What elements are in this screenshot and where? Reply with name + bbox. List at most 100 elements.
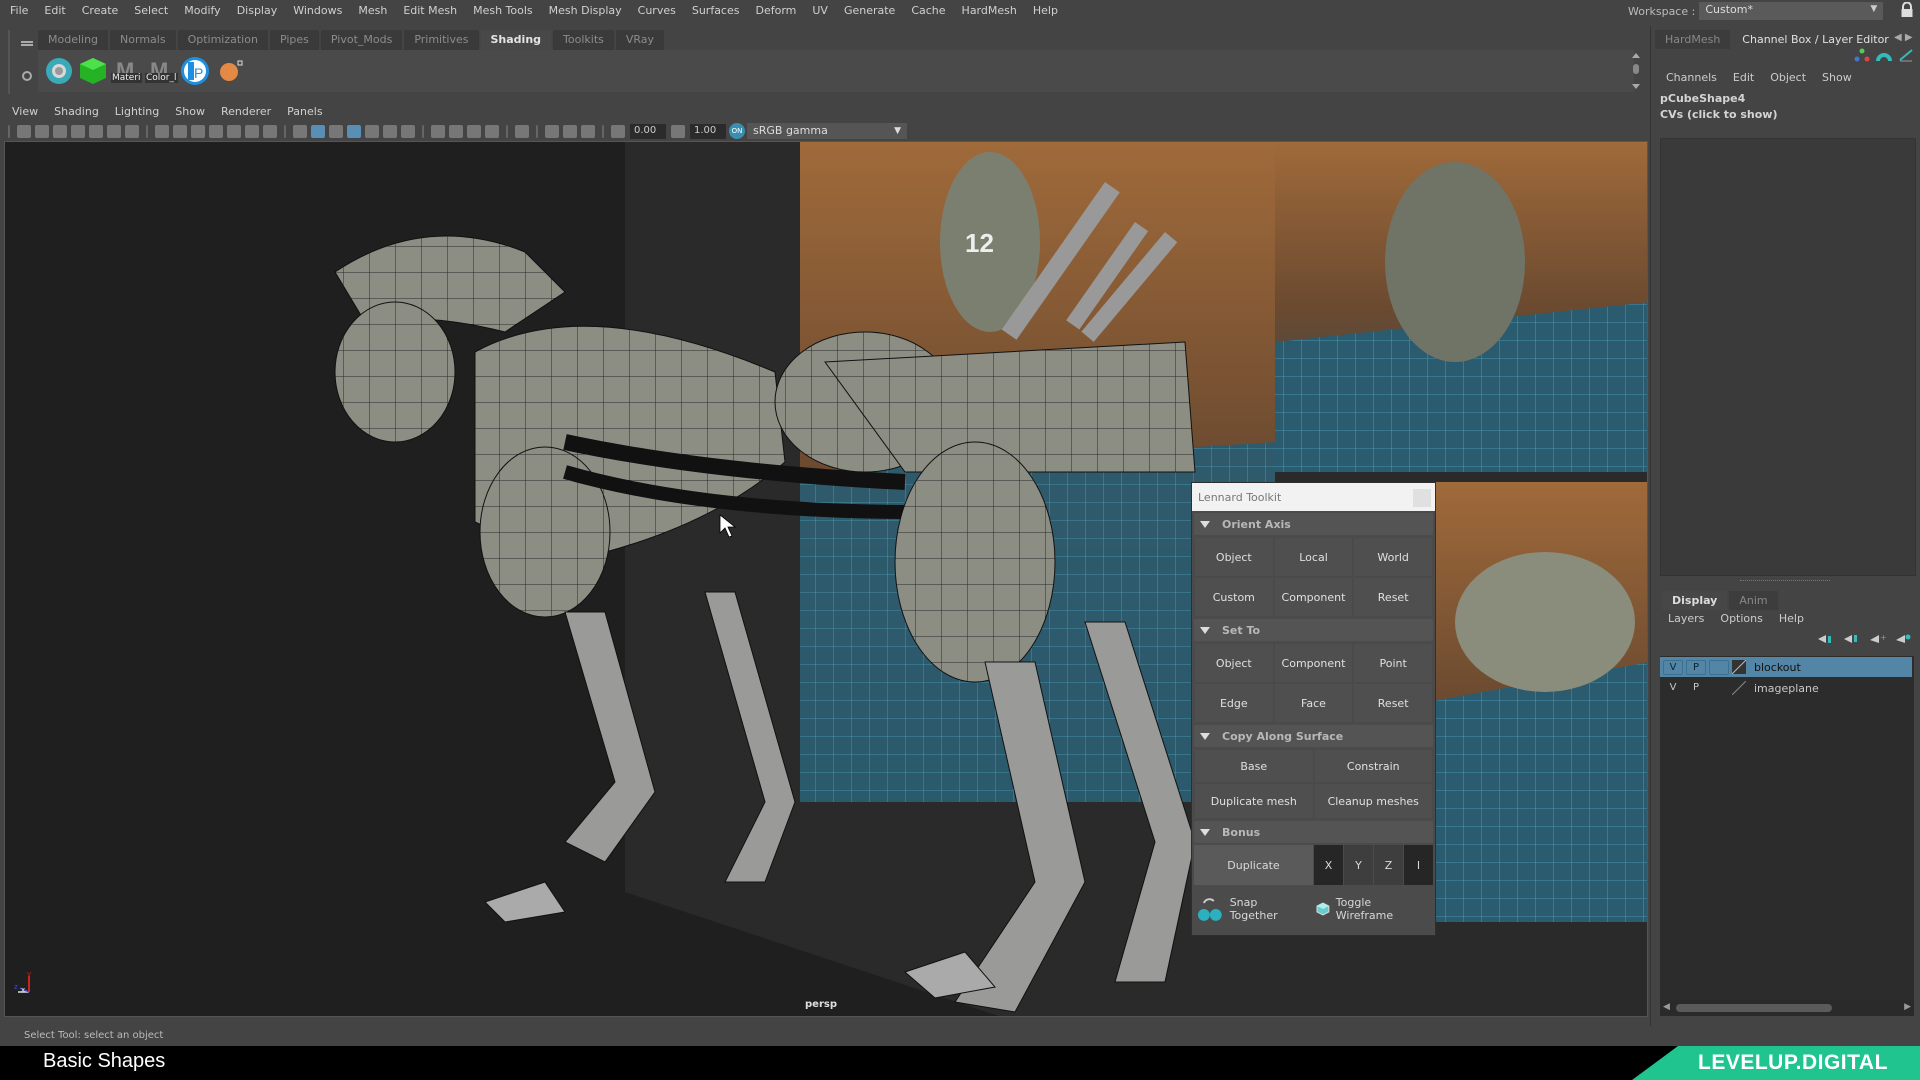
gamma-icon[interactable] bbox=[671, 124, 685, 138]
grease-pencil-icon[interactable] bbox=[125, 124, 139, 138]
menu-edit-mesh[interactable]: Edit Mesh bbox=[395, 4, 465, 17]
base-button[interactable]: Base bbox=[1194, 749, 1314, 783]
shelf-tab-pivot-mods[interactable]: Pivot_Mods bbox=[320, 30, 403, 50]
gate-mask-icon[interactable] bbox=[209, 124, 223, 138]
setto-component-button[interactable]: Component bbox=[1273, 643, 1354, 683]
cleanup-meshes-button[interactable]: Cleanup meshes bbox=[1313, 783, 1433, 819]
ambient-occlusion-icon[interactable] bbox=[431, 124, 445, 138]
menu-deform[interactable]: Deform bbox=[747, 4, 804, 17]
shelf-tab-optimization[interactable]: Optimization bbox=[177, 30, 268, 50]
exposure-field[interactable]: 0.00 bbox=[630, 123, 666, 139]
setto-face-button[interactable]: Face bbox=[1273, 683, 1354, 723]
resolution-gate-icon[interactable] bbox=[191, 124, 205, 138]
axis-z-button[interactable]: Z bbox=[1374, 845, 1403, 885]
layer-playback-toggle[interactable]: P bbox=[1686, 681, 1706, 696]
anti-aliasing-icon[interactable] bbox=[467, 124, 481, 138]
toggle-wireframe-icon[interactable] bbox=[1316, 902, 1330, 916]
smooth-shade-icon[interactable] bbox=[311, 124, 325, 138]
menu-uv[interactable]: UV bbox=[804, 4, 836, 17]
cvs-toggle[interactable]: CVs (click to show) bbox=[1660, 107, 1778, 123]
use-lights-icon[interactable] bbox=[383, 124, 397, 138]
tab-display[interactable]: Display bbox=[1662, 591, 1728, 610]
orient-object-button[interactable]: Object bbox=[1194, 537, 1274, 577]
snap-together-label[interactable]: Snap Together bbox=[1230, 896, 1308, 922]
menu-help[interactable]: Help bbox=[1025, 4, 1066, 17]
move-layer-down-icon[interactable] bbox=[1844, 634, 1860, 644]
shelf-scrollbar[interactable] bbox=[1630, 52, 1642, 90]
shelf-tab-modeling[interactable]: Modeling bbox=[38, 30, 109, 50]
channel-transform-icon[interactable] bbox=[1854, 48, 1870, 62]
vp-menu-panels[interactable]: Panels bbox=[279, 105, 330, 118]
menu-surfaces[interactable]: Surfaces bbox=[684, 4, 748, 17]
film-gate-icon[interactable] bbox=[173, 124, 187, 138]
layer-visibility-toggle[interactable]: V bbox=[1663, 681, 1683, 696]
wireframe-on-shaded-icon[interactable] bbox=[347, 124, 361, 138]
menu-select[interactable]: Select bbox=[126, 4, 176, 17]
toolkit-titlebar[interactable]: Lennard Toolkit bbox=[1192, 483, 1435, 511]
channel-rotate-icon[interactable] bbox=[1876, 48, 1892, 62]
menu-mesh-tools[interactable]: Mesh Tools bbox=[465, 4, 541, 17]
toggle-wireframe-label[interactable]: Toggle Wireframe bbox=[1336, 896, 1431, 922]
new-layer-selected-icon[interactable] bbox=[1896, 634, 1912, 644]
menu-cb-show[interactable]: Show bbox=[1822, 71, 1852, 84]
channel-edit-icon[interactable] bbox=[1898, 48, 1914, 62]
lock-camera-icon[interactable] bbox=[35, 124, 49, 138]
paint-icon[interactable]: P bbox=[180, 56, 210, 86]
vp-menu-shading[interactable]: Shading bbox=[46, 105, 107, 118]
setto-reset-button[interactable]: Reset bbox=[1353, 683, 1433, 723]
panel-splitter[interactable] bbox=[1740, 580, 1830, 582]
toolkit-close-button[interactable] bbox=[1413, 489, 1431, 507]
color-space-dropdown[interactable]: sRGB gamma ▼ bbox=[747, 123, 907, 139]
wireframe-icon[interactable] bbox=[293, 124, 307, 138]
menu-windows[interactable]: Windows bbox=[285, 4, 350, 17]
menu-mesh-display[interactable]: Mesh Display bbox=[541, 4, 630, 17]
shelf-tab-vray[interactable]: VRay bbox=[615, 30, 665, 50]
layer-row-blockout[interactable]: V P blockout bbox=[1660, 657, 1912, 677]
xray-icon[interactable] bbox=[545, 124, 559, 138]
gamma-field[interactable]: 1.00 bbox=[690, 123, 726, 139]
layer-playback-toggle[interactable]: P bbox=[1686, 659, 1706, 675]
motion-blur-icon[interactable] bbox=[449, 124, 463, 138]
scroll-left-icon[interactable]: ◀ bbox=[1663, 1002, 1670, 1012]
menu-channels[interactable]: Channels bbox=[1666, 71, 1717, 84]
safe-action-icon[interactable] bbox=[245, 124, 259, 138]
scrollbar-thumb[interactable] bbox=[1676, 1004, 1832, 1012]
move-layer-up-icon[interactable] bbox=[1818, 634, 1834, 644]
workspace-dropdown[interactable]: Custom* ▼ bbox=[1699, 2, 1884, 20]
vp-menu-show[interactable]: Show bbox=[167, 105, 213, 118]
axis-instance-button[interactable]: I bbox=[1404, 845, 1433, 885]
textured-icon[interactable] bbox=[365, 124, 379, 138]
orange-sphere-icon[interactable] bbox=[216, 56, 246, 86]
orient-reset-button[interactable]: Reset bbox=[1353, 577, 1433, 617]
layer-type-toggle[interactable] bbox=[1709, 659, 1729, 675]
layer-color-swatch[interactable] bbox=[1732, 660, 1746, 674]
setto-object-button[interactable]: Object bbox=[1194, 643, 1274, 683]
shelf-tab-normals[interactable]: Normals bbox=[110, 30, 176, 50]
menu-file[interactable]: File bbox=[0, 4, 36, 17]
layer-visibility-toggle[interactable]: V bbox=[1663, 659, 1683, 675]
vp-menu-renderer[interactable]: Renderer bbox=[213, 105, 279, 118]
xray-active-icon[interactable] bbox=[563, 124, 577, 138]
menu-edit[interactable]: Edit bbox=[36, 4, 73, 17]
shelf-tab-toolkits[interactable]: Toolkits bbox=[553, 30, 614, 50]
menu-modify[interactable]: Modify bbox=[176, 4, 228, 17]
layer-row-imageplane[interactable]: V P imageplane bbox=[1660, 678, 1912, 698]
section-orient-axis[interactable]: Orient Axis bbox=[1194, 513, 1433, 535]
orient-world-button[interactable]: World bbox=[1353, 537, 1433, 577]
menu-cache[interactable]: Cache bbox=[903, 4, 953, 17]
menu-hardmesh[interactable]: HardMesh bbox=[954, 4, 1025, 17]
panel-tab-arrows[interactable]: ◀ ▶ bbox=[1894, 32, 1913, 43]
menu-generate[interactable]: Generate bbox=[836, 4, 903, 17]
bookmark-icon[interactable] bbox=[71, 124, 85, 138]
section-bonus[interactable]: Bonus bbox=[1194, 821, 1433, 843]
grid-icon[interactable] bbox=[155, 124, 169, 138]
tab-hardmesh[interactable]: HardMesh bbox=[1655, 30, 1731, 49]
object-name[interactable]: pCubeShape4 bbox=[1660, 91, 1778, 107]
menu-layers[interactable]: Layers bbox=[1668, 612, 1704, 625]
tab-channel-box[interactable]: Channel Box / Layer Editor bbox=[1732, 30, 1899, 49]
menu-cb-object[interactable]: Object bbox=[1770, 71, 1806, 84]
section-set-to[interactable]: Set To bbox=[1194, 619, 1433, 641]
camera-icon[interactable] bbox=[17, 124, 31, 138]
menu-create[interactable]: Create bbox=[74, 4, 127, 17]
section-copy-along-surface[interactable]: Copy Along Surface bbox=[1194, 725, 1433, 747]
